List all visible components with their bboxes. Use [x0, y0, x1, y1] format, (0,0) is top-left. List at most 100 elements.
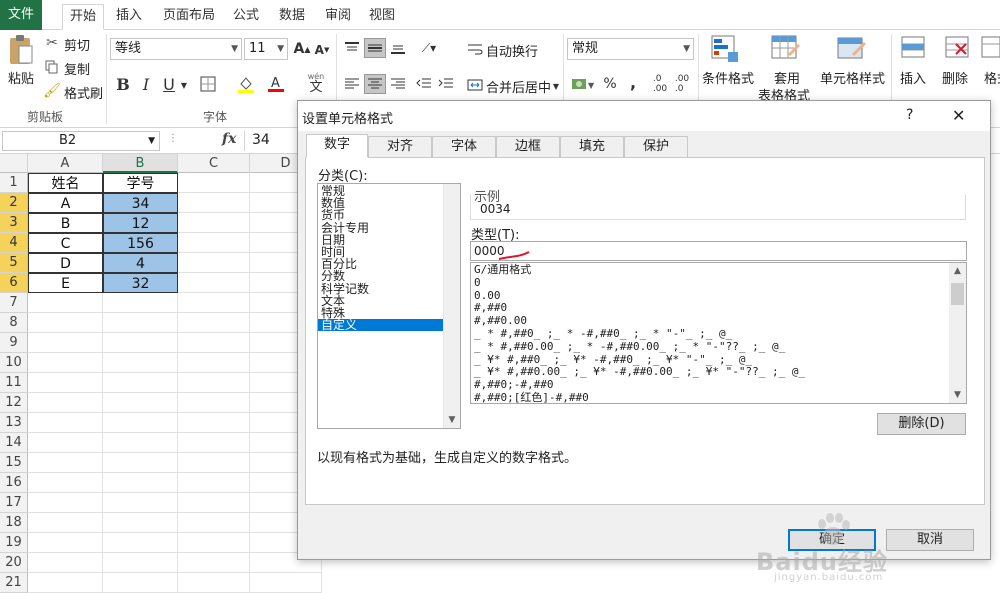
cell[interactable]: C	[28, 233, 103, 253]
font-size-select[interactable]: 11 ▼	[244, 38, 288, 60]
more-icon[interactable]: ⋮	[168, 133, 178, 144]
currency-icon[interactable]: ▼	[569, 74, 597, 94]
scroll-up-icon[interactable]: ▲	[949, 263, 966, 279]
cell[interactable]	[103, 413, 178, 433]
tab-font[interactable]: 字体	[432, 136, 496, 158]
format-code-item[interactable]: #,##0	[471, 302, 966, 315]
cell-styles-button[interactable]: 单元格样式	[820, 68, 885, 87]
insert-cells-button[interactable]: 插入	[900, 68, 926, 87]
underline-button[interactable]: U	[160, 74, 178, 94]
formula-input[interactable]: 34	[252, 132, 270, 148]
cell[interactable]	[28, 453, 103, 473]
cell[interactable]	[178, 213, 250, 233]
cell[interactable]	[103, 373, 178, 393]
align-right-icon[interactable]	[388, 74, 408, 94]
cell[interactable]	[103, 513, 178, 533]
cell[interactable]	[178, 393, 250, 413]
cell[interactable]	[178, 193, 250, 213]
bold-button[interactable]: B	[114, 74, 132, 94]
font-color-icon[interactable]: A	[266, 74, 286, 94]
row-header[interactable]: 16	[0, 473, 28, 493]
tab-view[interactable]: 视图	[364, 4, 400, 30]
cell[interactable]	[28, 493, 103, 513]
cell[interactable]	[28, 533, 103, 553]
select-all-corner[interactable]	[0, 154, 28, 173]
cell[interactable]	[178, 573, 250, 593]
format-painter-button[interactable]: 格式刷	[64, 83, 103, 102]
align-middle-icon[interactable]	[364, 38, 386, 58]
row-header[interactable]: 18	[0, 513, 28, 533]
cell[interactable]	[178, 233, 250, 253]
italic-button[interactable]: I	[137, 74, 155, 94]
cell[interactable]	[28, 573, 103, 593]
cell[interactable]	[103, 533, 178, 553]
cell[interactable]	[28, 353, 103, 373]
tab-fill[interactable]: 填充	[560, 136, 624, 158]
border-icon[interactable]	[198, 74, 218, 94]
percent-button[interactable]: %	[601, 74, 619, 94]
cell[interactable]	[250, 573, 322, 593]
row-header[interactable]: 15	[0, 453, 28, 473]
cell[interactable]	[28, 413, 103, 433]
chevron-down-icon[interactable]: ▼	[550, 78, 562, 94]
category-item[interactable]: 科学记数	[318, 283, 460, 295]
shrink-font-icon[interactable]: A▼	[314, 42, 330, 58]
cell[interactable]: 姓名	[28, 173, 103, 193]
row-header[interactable]: 2	[0, 193, 28, 213]
cell[interactable]	[178, 293, 250, 313]
row-header[interactable]: 11	[0, 373, 28, 393]
cell[interactable]	[103, 353, 178, 373]
cell[interactable]	[178, 493, 250, 513]
row-header[interactable]: 10	[0, 353, 28, 373]
column-header-a[interactable]: A	[28, 154, 103, 173]
cell[interactable]	[178, 453, 250, 473]
cell[interactable]	[178, 433, 250, 453]
category-item[interactable]: 货币	[318, 209, 460, 221]
cell[interactable]	[103, 453, 178, 473]
wrap-text-button[interactable]: 自动换行	[486, 41, 538, 60]
column-header-b[interactable]: B	[103, 154, 178, 173]
phonetic-guide-icon[interactable]: wén 文	[303, 72, 329, 96]
format-code-item[interactable]: #,##0;[红色]-#,##0	[471, 392, 966, 404]
cell[interactable]: 34	[103, 193, 178, 213]
scroll-down-icon[interactable]: ▼	[949, 387, 966, 403]
column-header-c[interactable]: C	[178, 154, 250, 173]
row-header[interactable]: 8	[0, 313, 28, 333]
row-header[interactable]: 5	[0, 253, 28, 273]
tab-alignment[interactable]: 对齐	[368, 136, 432, 158]
scroll-thumb[interactable]	[951, 283, 964, 305]
category-list[interactable]: 常规数值货币会计专用日期时间百分比分数科学记数文本特殊自定义 ▼	[317, 183, 461, 429]
cell[interactable]: 32	[103, 273, 178, 293]
cell[interactable]	[178, 533, 250, 553]
cell[interactable]	[28, 313, 103, 333]
cell[interactable]	[103, 553, 178, 573]
cell[interactable]	[103, 333, 178, 353]
row-header[interactable]: 21	[0, 573, 28, 593]
conditional-format-button[interactable]: 条件格式	[702, 68, 754, 87]
cell[interactable]	[103, 573, 178, 593]
cell[interactable]: 156	[103, 233, 178, 253]
delete-cells-button[interactable]: 删除	[942, 68, 968, 87]
decrease-indent-icon[interactable]	[414, 74, 434, 94]
format-code-item[interactable]: 0.00	[471, 290, 966, 303]
fill-color-icon[interactable]	[236, 74, 256, 94]
row-header[interactable]: 17	[0, 493, 28, 513]
format-code-item[interactable]: _ * #,##0.00_ ;_ * -#,##0.00_ ;_ * "-"??…	[471, 341, 966, 354]
name-box[interactable]: B2 ▼	[2, 131, 160, 151]
cell[interactable]	[103, 393, 178, 413]
cell[interactable]	[103, 493, 178, 513]
row-header[interactable]: 6	[0, 273, 28, 293]
tab-home[interactable]: 开始	[62, 4, 104, 30]
cell[interactable]	[178, 373, 250, 393]
paste-button[interactable]: 粘贴	[8, 68, 34, 87]
paste-icon[interactable]	[8, 34, 34, 66]
format-code-list[interactable]: G/通用格式00.00#,##0#,##0.00_ * #,##0_ ;_ * …	[470, 262, 967, 404]
merge-center-button[interactable]: 合并后居中	[486, 77, 551, 96]
format-code-scrollbar[interactable]: ▲ ▼	[949, 263, 966, 403]
font-name-select[interactable]: 等线 ▼	[110, 38, 242, 60]
row-header[interactable]: 20	[0, 553, 28, 573]
cell[interactable]	[178, 413, 250, 433]
insert-function-button[interactable]: fx	[222, 131, 236, 147]
type-input[interactable]: 0000	[470, 241, 967, 261]
cancel-button[interactable]: 取消	[886, 529, 974, 551]
